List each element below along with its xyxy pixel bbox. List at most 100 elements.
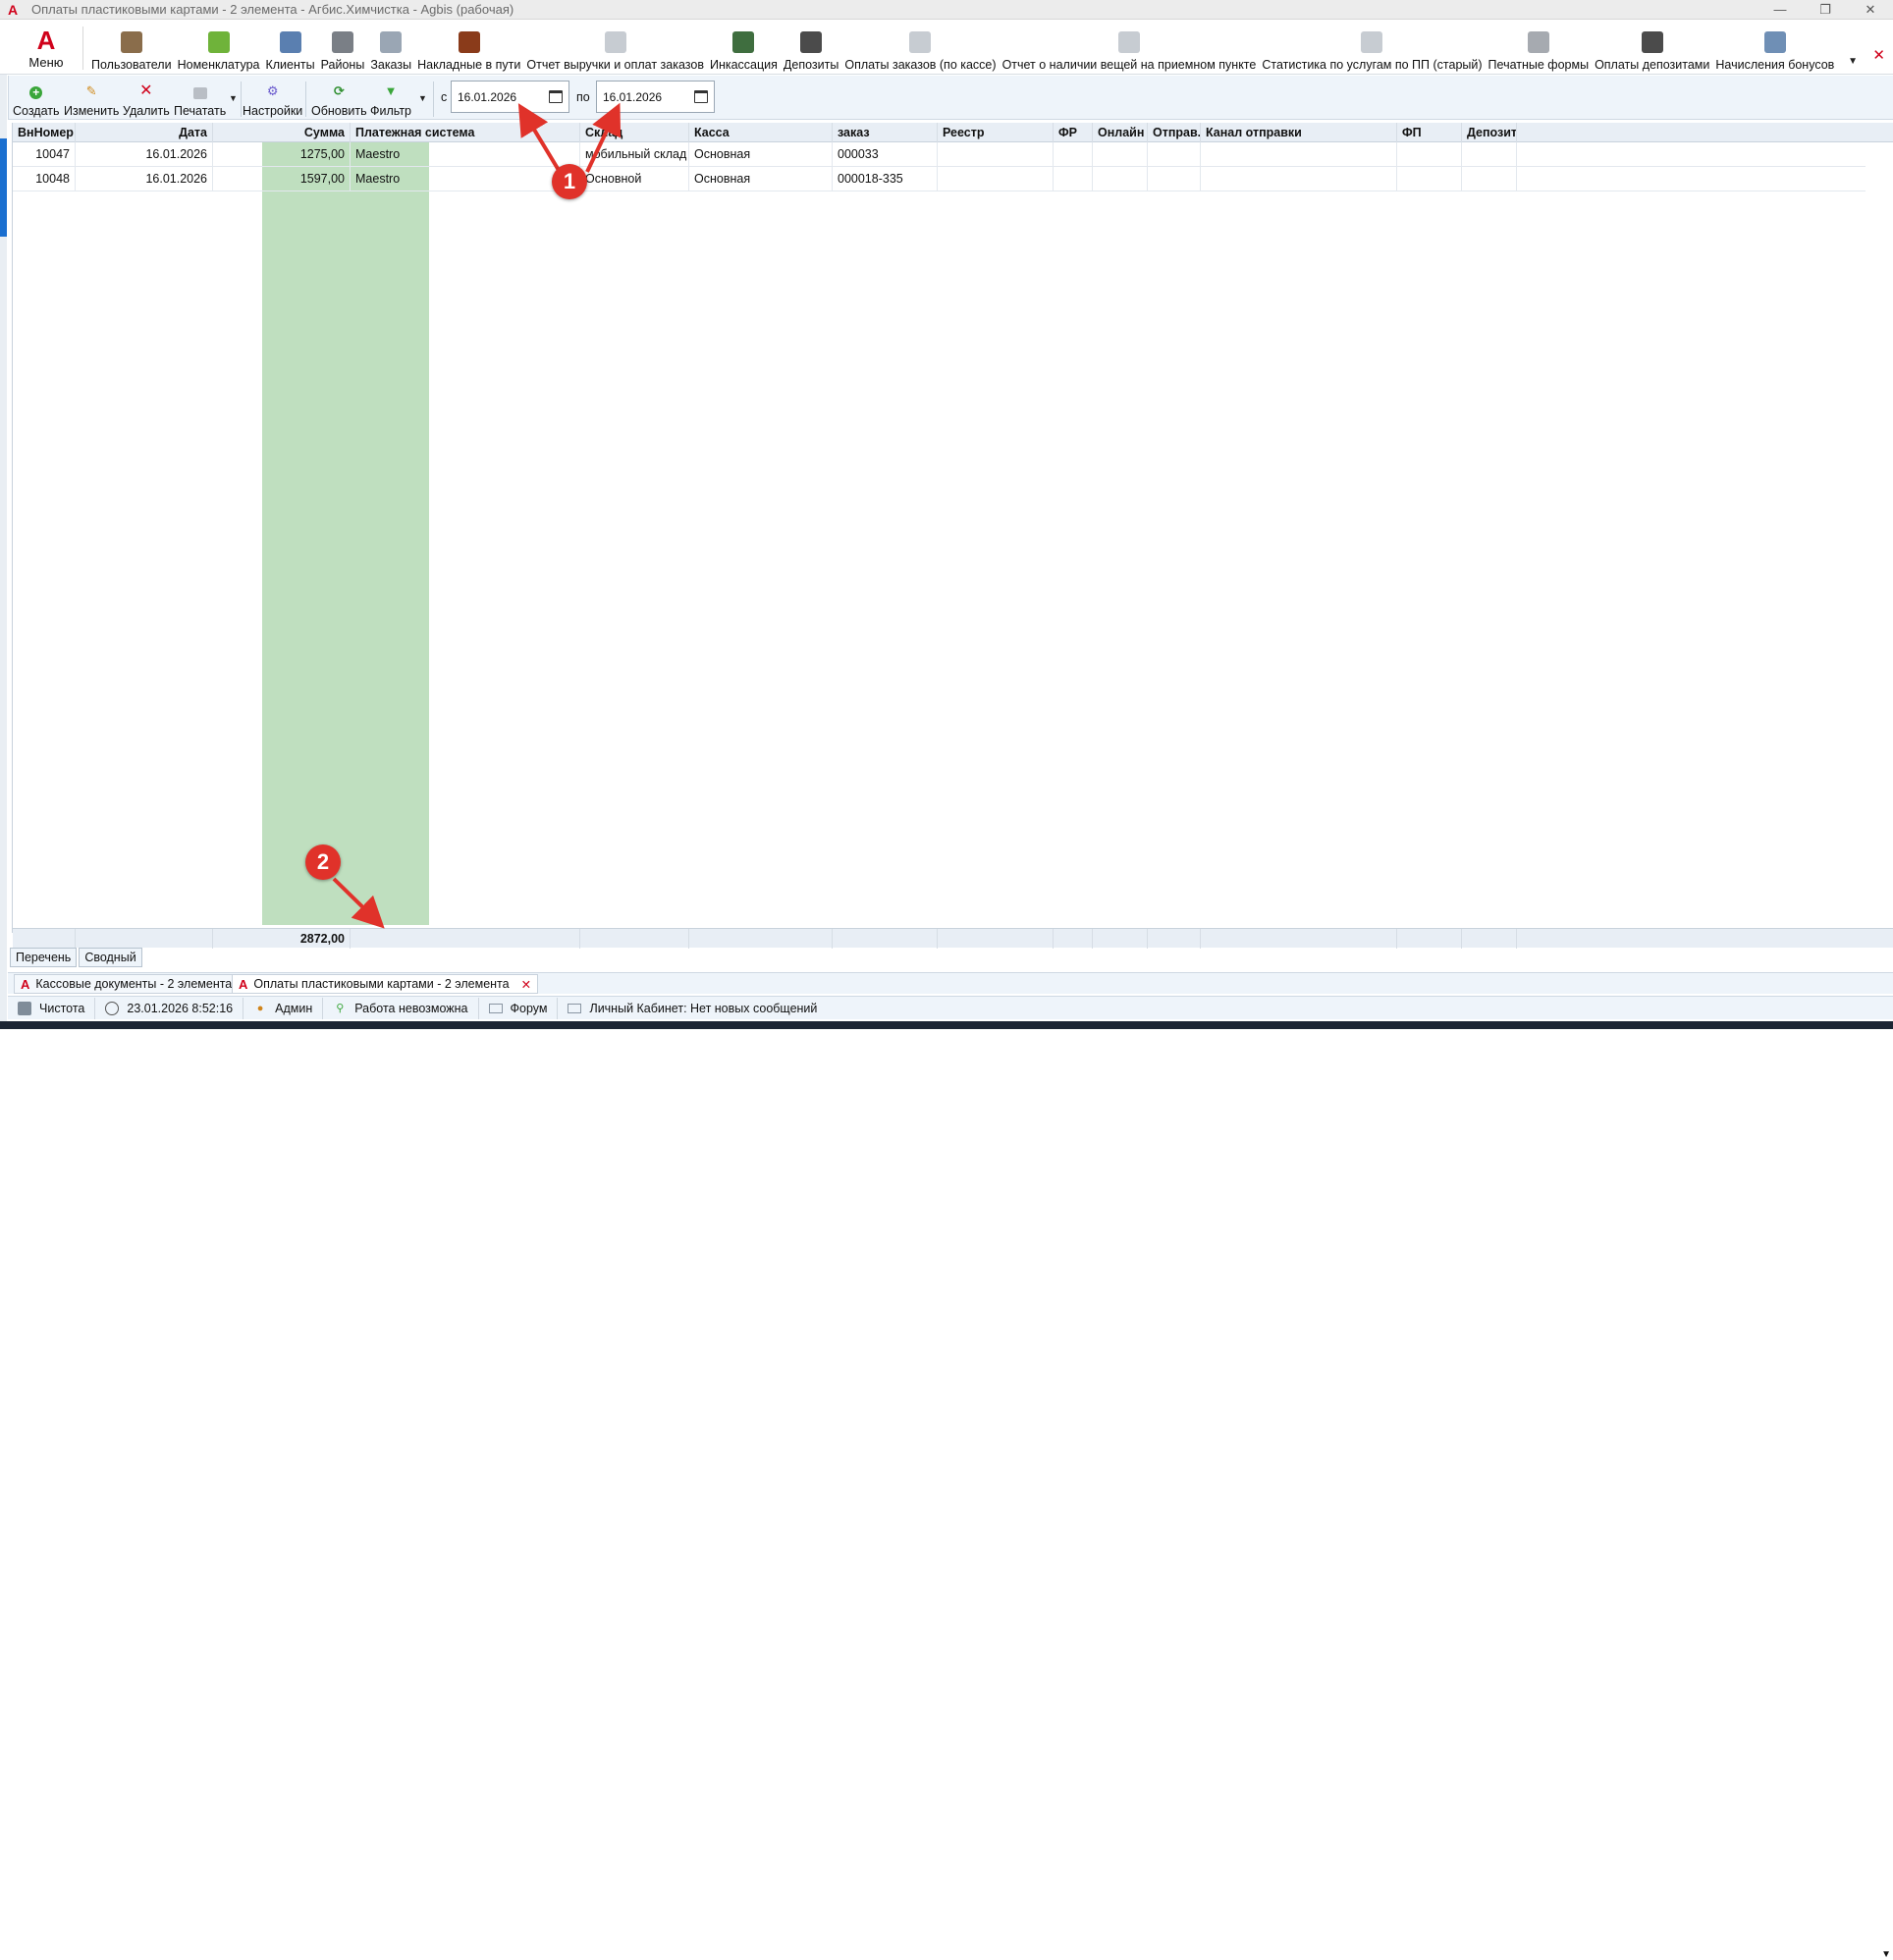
money-icon [732, 31, 755, 53]
col-internal-number-header[interactable]: ВнНомер [13, 123, 76, 142]
settings-button[interactable]: ⚙ Настройки [243, 79, 302, 118]
ribbon-items: Пользователи Номенклатура Клиенты Районы Зак… [88, 27, 1837, 74]
col-send-channel-header[interactable]: Канал отправки [1201, 123, 1397, 142]
col-order-header[interactable]: заказ [833, 123, 938, 142]
col-sent-cell [1148, 142, 1201, 167]
col-registry-cell [938, 167, 1054, 191]
status-forum[interactable]: Форум [479, 997, 559, 1019]
edit-label: Изменить [64, 104, 120, 118]
print-label: Печатать [174, 104, 227, 118]
ribbon-item-4[interactable]: Заказы [367, 27, 414, 74]
col-cash-register-header[interactable]: Касса [689, 123, 833, 142]
calendar-icon[interactable] [549, 90, 563, 103]
col-online-header[interactable]: Онлайн [1093, 123, 1148, 142]
toolbar-separator [241, 82, 242, 117]
ribbon-item-5[interactable]: Накладные в пути [414, 27, 523, 74]
ribbon-item-label: Печатные формы [1487, 58, 1590, 72]
col-deposit-header[interactable]: Депозит [1462, 123, 1517, 142]
footer-cell [13, 929, 76, 949]
col-sent-header[interactable]: Отправ... [1148, 123, 1201, 142]
filter-dropdown-arrow-icon[interactable]: ▼ [418, 93, 427, 103]
user-icon: ● [256, 1002, 264, 1014]
ribbon-item-label: Пользователи [91, 58, 172, 72]
refresh-button[interactable]: ⟳ Обновить [311, 79, 367, 118]
ribbon-item-10[interactable]: Отчет о наличии вещей на приемном пункте [1000, 27, 1260, 74]
ribbon-item-label: Инкассация [709, 58, 778, 72]
col-warehouse-header[interactable]: Склад [580, 123, 689, 142]
doc-tab-card-payments[interactable]: A Оплаты пластиковыми картами - 2 элемен… [232, 974, 539, 994]
print-button[interactable]: Печатать [174, 79, 226, 118]
date-to-label: по [576, 90, 590, 104]
ribbon-item-1[interactable]: Номенклатура [175, 27, 263, 74]
ribbon-item-2[interactable]: Клиенты [262, 27, 317, 74]
ribbon-more-arrow-icon[interactable]: ▼ [1848, 56, 1858, 67]
window-controls: — ❐ ✕ [1758, 0, 1893, 20]
ribbon-item-8[interactable]: Депозиты [781, 27, 841, 74]
calendar-icon[interactable] [694, 90, 708, 103]
search-icon: ⚲ [336, 1002, 345, 1014]
col-sum-cell: 1275,00 [213, 142, 351, 167]
ribbon-item-11[interactable]: Статистика по услугам по ПП (старый) [1259, 27, 1485, 74]
ribbon-item-6[interactable]: Отчет выручки и оплат заказов [523, 27, 707, 74]
ribbon-item-9[interactable]: Оплаты заказов (по кассе) [841, 27, 999, 74]
restore-button[interactable]: ❐ [1803, 0, 1848, 20]
deposit-icon [800, 31, 823, 53]
ribbon-item-0[interactable]: Пользователи [88, 27, 175, 74]
print-dropdown-arrow-icon[interactable]: ▼ [229, 93, 238, 103]
delete-button[interactable]: ✕ Удалить [123, 79, 170, 119]
create-button[interactable]: + Создать [13, 79, 60, 119]
col-online-cell [1093, 167, 1148, 191]
minimize-button[interactable]: — [1758, 0, 1803, 20]
col-fr-header[interactable]: ФР [1054, 123, 1093, 142]
client-icon [279, 31, 301, 53]
doc-tab-cash-documents[interactable]: A Кассовые документы - 2 элемента [14, 974, 240, 994]
status-cabinet[interactable]: Личный Кабинет: Нет новых сообщений [558, 998, 827, 1019]
clock-icon [105, 1001, 120, 1015]
status-work[interactable]: ⚲ Работа невозможна [323, 997, 479, 1019]
status-user[interactable]: ● Админ [243, 997, 324, 1019]
ribbon-item-label: Оплаты заказов (по кассе) [844, 58, 997, 72]
ribbon-item-13[interactable]: Оплаты депозитами [1592, 27, 1712, 74]
annotation-badge-1: 1 [552, 164, 587, 199]
menu-button[interactable]: A Меню [16, 27, 77, 74]
filter-button[interactable]: ▼ Фильтр [370, 79, 411, 118]
date-from-input[interactable]: 16.01.2026 [451, 81, 569, 113]
tab-list[interactable]: Перечень [10, 948, 78, 967]
report-icon [1117, 31, 1140, 53]
ribbon-item-12[interactable]: Печатные формы [1486, 27, 1593, 74]
ribbon-item-14[interactable]: Начисления бонусов [1712, 27, 1837, 74]
footer-cell [580, 929, 689, 949]
col-payment-system-header[interactable]: Платежная система [351, 123, 580, 142]
users-icon [120, 31, 142, 53]
table-row[interactable]: 10048 16.01.2026 1597,00 Maestro Основной Осн… [13, 167, 1866, 191]
ribbon-item-7[interactable]: Инкассация [707, 27, 781, 74]
close-document-icon[interactable]: ✕ [1872, 46, 1885, 64]
col-fp-header[interactable]: ФП [1397, 123, 1462, 142]
col-sum-header[interactable]: Сумма [213, 123, 351, 142]
tabs-scroll-arrow-icon[interactable]: ▼ [1881, 1949, 1891, 1960]
printer-icon [1527, 31, 1549, 53]
col-order-cell: 000018-335 [833, 167, 938, 191]
left-edge-accent [0, 138, 7, 237]
status-database-label: Чистота [39, 1001, 85, 1015]
footer-cell [76, 929, 213, 949]
footer-cell [833, 929, 938, 949]
close-tab-icon[interactable]: ✕ [521, 977, 531, 992]
ribbon-item-label: Номенклатура [177, 58, 260, 72]
date-to-input[interactable]: 16.01.2026 [596, 81, 715, 113]
status-cabinet-label: Личный Кабинет: Нет новых сообщений [589, 1001, 818, 1015]
database-icon [18, 1001, 31, 1015]
create-label: Создать [13, 104, 60, 118]
col-registry-header[interactable]: Реестр [938, 123, 1054, 142]
close-window-button[interactable]: ✕ [1848, 0, 1893, 20]
col-date-header[interactable]: Дата [76, 123, 213, 142]
refresh-icon: ⟳ [333, 83, 345, 98]
tab-summary[interactable]: Сводный [79, 948, 142, 967]
filter-icon: ▼ [384, 83, 398, 98]
ribbon-item-3[interactable]: Районы [318, 27, 368, 74]
col-deposit-cell [1462, 167, 1517, 191]
view-tabs: Перечень Сводный [10, 948, 144, 967]
col-online-cell [1093, 142, 1148, 167]
edit-button[interactable]: ✎ Изменить [64, 79, 119, 118]
table-row[interactable]: 10047 16.01.2026 1275,00 Maestro мобильный с… [13, 142, 1866, 167]
